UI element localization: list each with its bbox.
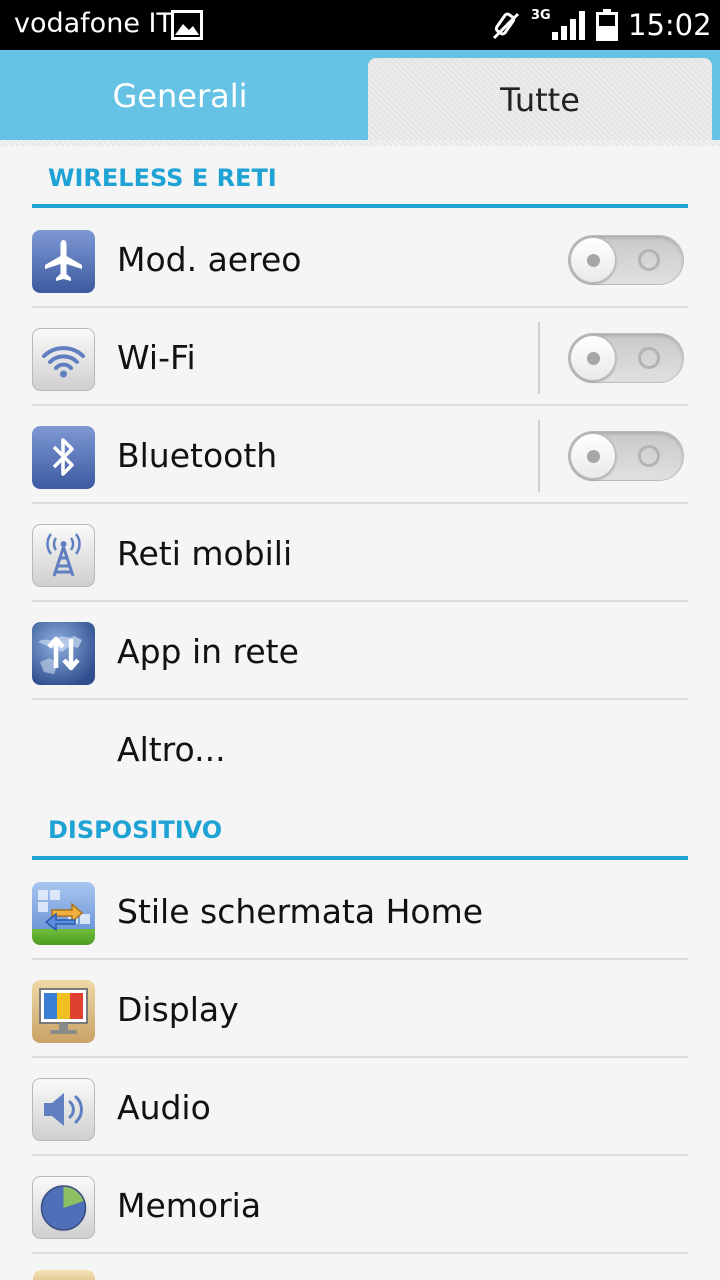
setting-label: Memoria <box>117 1186 262 1225</box>
setting-audio[interactable]: Audio <box>32 1058 688 1156</box>
battery-icon <box>596 9 618 41</box>
setting-label: Bluetooth <box>117 436 278 475</box>
setting-label: Audio <box>117 1088 211 1127</box>
signal-icon <box>552 11 585 40</box>
setting-airplane-mode[interactable]: Mod. aereo <box>32 210 688 308</box>
setting-wifi[interactable]: Wi-Fi <box>32 308 688 406</box>
setting-label: Display <box>117 990 239 1029</box>
setting-label: Wi-Fi <box>117 338 196 377</box>
setting-bluetooth[interactable]: Bluetooth <box>32 406 688 504</box>
setting-label: Reti mobili <box>117 534 293 573</box>
section-title-device: DISPOSITIVO <box>48 816 223 844</box>
setting-display[interactable]: Display <box>32 960 688 1058</box>
setting-mobile-networks[interactable]: Reti mobili <box>32 504 688 602</box>
display-icon <box>32 980 95 1043</box>
section-header-wireless: WIRELESS E RETI <box>32 146 688 208</box>
gallery-icon <box>171 10 203 40</box>
wifi-icon <box>32 328 95 391</box>
setting-home-style[interactable]: Stile schermata Home <box>32 862 688 960</box>
status-bar: vodafone IT 3G 15:02 <box>0 0 720 50</box>
clock: 15:02 <box>628 8 712 42</box>
divider <box>538 420 540 492</box>
setting-label: Altro... <box>117 730 226 769</box>
bluetooth-icon <box>32 426 95 489</box>
toggle-knob <box>570 433 616 479</box>
airplane-mode-toggle[interactable] <box>568 235 684 285</box>
speaker-icon <box>32 1078 95 1141</box>
bluetooth-toggle[interactable] <box>568 431 684 481</box>
toggle-off-indicator <box>638 249 660 271</box>
toggle-off-indicator <box>638 347 660 369</box>
airplane-icon <box>32 230 95 293</box>
setting-network-apps[interactable]: App in rete <box>32 602 688 700</box>
section-title-wireless: WIRELESS E RETI <box>48 164 277 192</box>
carrier-name: vodafone IT <box>14 8 173 39</box>
setting-more[interactable]: Altro... <box>32 700 688 798</box>
storage-pie-icon <box>32 1176 95 1239</box>
home-style-icon <box>32 882 95 945</box>
setting-label: App in rete <box>117 632 299 671</box>
partial-next-item-icon <box>33 1270 95 1280</box>
toggle-off-indicator <box>638 445 660 467</box>
toggle-knob <box>570 237 616 283</box>
setting-storage[interactable]: Memoria <box>32 1156 688 1254</box>
antenna-icon <box>32 524 95 587</box>
toggle-knob <box>570 335 616 381</box>
tab-generali[interactable]: Generali <box>0 50 360 142</box>
wifi-toggle[interactable] <box>568 333 684 383</box>
setting-label: Stile schermata Home <box>117 892 484 931</box>
tab-bar: Generali Tutte <box>0 50 720 142</box>
divider <box>538 322 540 394</box>
network-type: 3G <box>531 8 551 23</box>
setting-label: Mod. aereo <box>117 240 302 279</box>
mute-icon <box>492 12 520 40</box>
tab-tutte[interactable]: Tutte <box>368 58 712 142</box>
section-header-device: DISPOSITIVO <box>32 798 688 860</box>
globe-arrows-icon <box>32 622 95 685</box>
